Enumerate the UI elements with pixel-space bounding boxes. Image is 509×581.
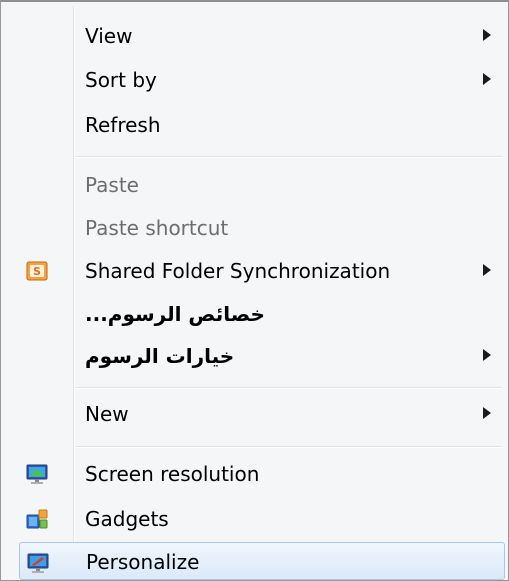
gadgets-icon xyxy=(25,507,49,531)
menu-item-gadgets[interactable]: Gadgets xyxy=(19,499,505,539)
menu-item-paste: Paste xyxy=(19,165,505,205)
shared-folder-sync-icon: S xyxy=(25,259,49,283)
screen-resolution-icon xyxy=(25,462,49,486)
menu-item-label: Paste shortcut xyxy=(85,216,229,240)
menu-item-personalize[interactable]: Personalize xyxy=(19,542,505,580)
menu-item-label: Sort by xyxy=(85,68,157,92)
menu-item-label: Personalize xyxy=(86,550,200,574)
personalize-icon xyxy=(26,551,50,575)
menu-item-view[interactable]: View xyxy=(19,16,505,56)
submenu-arrow-icon xyxy=(483,264,491,276)
menu-separator xyxy=(76,387,502,389)
svg-text:S: S xyxy=(33,265,41,278)
menu-separator xyxy=(76,446,502,448)
menu-item-label: Paste xyxy=(85,173,139,197)
menu-item-label: Screen resolution xyxy=(85,462,260,486)
menu-item-label: Shared Folder Synchronization xyxy=(85,259,391,283)
menu-item-label: خيارات الرسوم xyxy=(85,344,235,368)
menu-item-screen-resolution[interactable]: Screen resolution xyxy=(19,454,505,494)
menu-item-shared-folder-sync[interactable]: S Shared Folder Synchronization xyxy=(19,251,505,291)
submenu-arrow-icon xyxy=(483,349,491,361)
desktop-context-menu: View Sort by Refresh Paste Paste shortcu… xyxy=(0,0,509,581)
menu-item-graphics-properties[interactable]: ...خصائص الرسوم xyxy=(19,294,505,334)
menu-item-new[interactable]: New xyxy=(19,394,505,434)
submenu-arrow-icon xyxy=(483,29,491,41)
menu-item-sort-by[interactable]: Sort by xyxy=(19,60,505,100)
submenu-arrow-icon xyxy=(483,407,491,419)
menu-separator xyxy=(76,156,502,158)
menu-item-label: New xyxy=(85,402,129,426)
menu-item-label: Gadgets xyxy=(85,507,169,531)
menu-item-paste-shortcut: Paste shortcut xyxy=(19,208,505,248)
menu-item-graphics-options[interactable]: خيارات الرسوم xyxy=(19,336,505,376)
menu-item-label: ...خصائص الرسوم xyxy=(85,302,265,326)
menu-item-label: Refresh xyxy=(85,113,161,137)
menu-item-label: View xyxy=(85,24,133,48)
submenu-arrow-icon xyxy=(483,73,491,85)
menu-item-refresh[interactable]: Refresh xyxy=(19,105,505,145)
